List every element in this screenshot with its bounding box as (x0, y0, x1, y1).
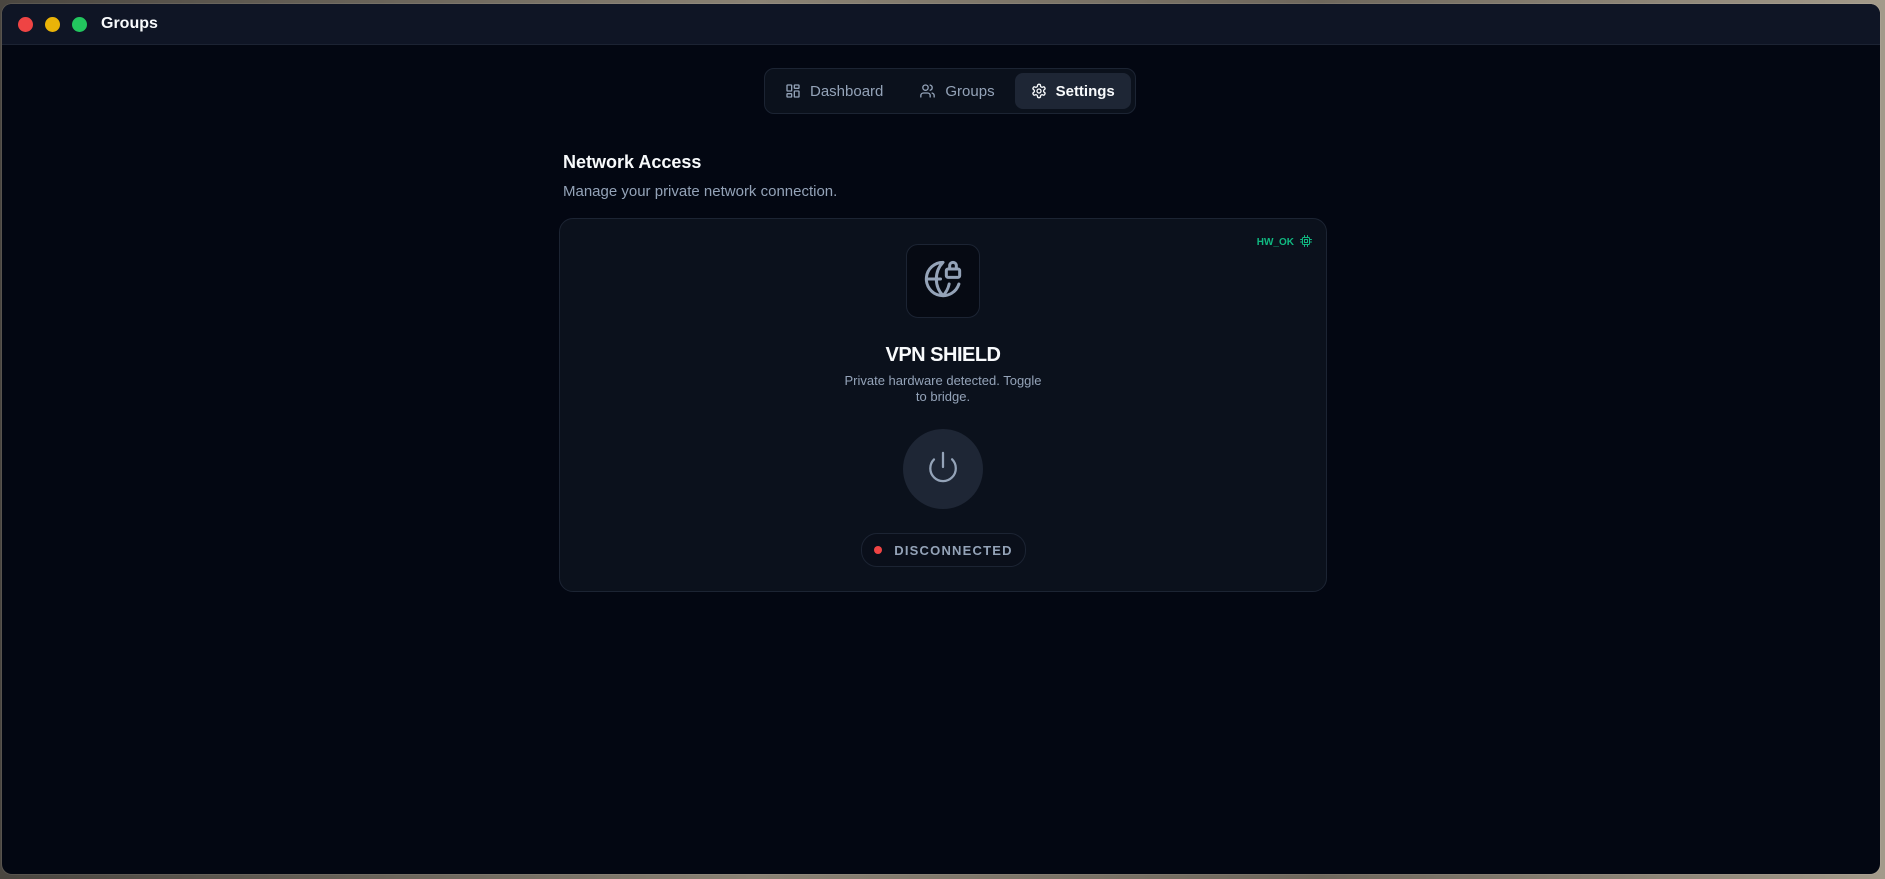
app-window: Groups Dashboard Groups Settings Network… (2, 4, 1880, 874)
globe-lock-icon (923, 259, 963, 304)
vpn-title: VPN SHIELD (885, 344, 1001, 366)
vpn-icon-container (906, 244, 980, 318)
dashboard-grid-icon (785, 83, 801, 99)
tab-dashboard[interactable]: Dashboard (769, 73, 899, 109)
tab-settings[interactable]: Settings (1014, 73, 1131, 109)
page-title: Network Access (563, 152, 702, 172)
close-window-button[interactable] (18, 16, 33, 32)
window-title: Groups (101, 15, 158, 32)
vpn-description: Private hardware detected. Toggle to bri… (844, 373, 1042, 404)
badge-label: HW_OK (1256, 237, 1294, 248)
power-toggle-button[interactable] (903, 429, 983, 509)
nav-tabs: Dashboard Groups Settings (764, 68, 1136, 114)
hardware-status-badge: HW_OK (1257, 235, 1312, 250)
window-controls (18, 16, 87, 32)
status-label: DISCONNECTED (894, 542, 1013, 558)
title-bar: Groups (2, 4, 1880, 45)
gear-icon (1031, 83, 1047, 99)
tab-label: Settings (1055, 82, 1115, 100)
vpn-card: HW_OK VPN SHIELD Private hardware detect… (559, 218, 1327, 592)
connection-status-badge: DISCONNECTED (861, 533, 1026, 567)
page-subtitle: Manage your private network connection. (563, 183, 838, 200)
tab-groups[interactable]: Groups (903, 73, 1010, 109)
tab-label: Dashboard (810, 82, 884, 100)
users-icon (919, 83, 936, 99)
power-icon (926, 450, 960, 489)
chip-icon (1300, 235, 1312, 250)
status-indicator-dot (874, 546, 883, 554)
tab-label: Groups (945, 82, 995, 100)
minimize-window-button[interactable] (45, 16, 60, 32)
maximize-window-button[interactable] (72, 16, 87, 32)
